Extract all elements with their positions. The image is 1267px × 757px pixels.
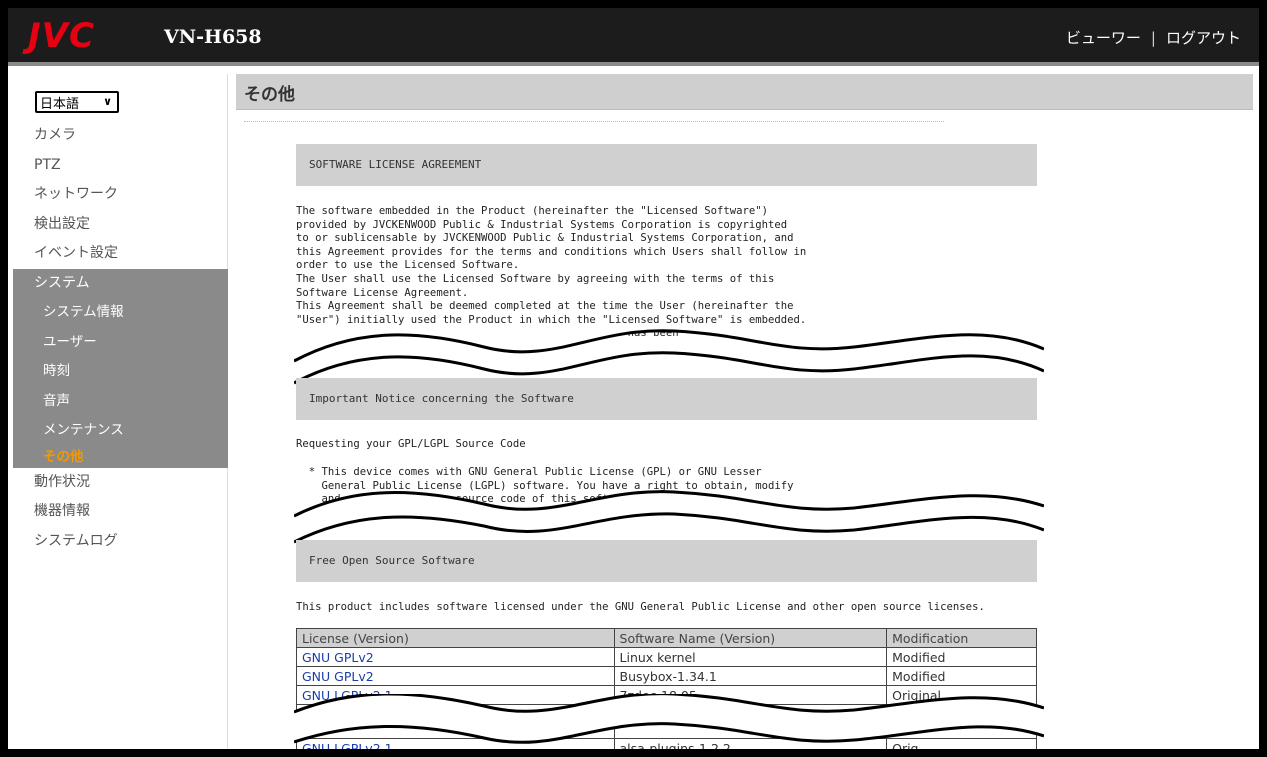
wave-divider [294,490,1044,546]
nav-item-maintenance[interactable]: メンテナンス [13,416,228,446]
model-name: VN-H658 [164,26,262,48]
language-value: 日本語 [40,96,80,112]
nav-item-audio[interactable]: 音声 [13,387,228,417]
table-row: GNU GPLv2 Linux kernel Modified [296,647,1037,667]
nav-menu: カメラ PTZ ネットワーク 検出設定 イベント設定 システム システム情報 ユ… [13,121,228,556]
nav-item-system-log[interactable]: システムログ [13,527,228,557]
license-link[interactable]: GNU GPLv2 [296,647,615,667]
nav-item-other[interactable]: その他 [13,446,228,468]
nav-group-system: システム システム情報 ユーザー 時刻 音声 メンテナンス その他 [13,268,228,468]
nav-item-user[interactable]: ユーザー [13,328,228,358]
table-header-row: License (Version) Software Name (Version… [296,628,1037,648]
oss-text: This product includes software licensed … [296,601,985,613]
page-title: その他 [244,85,295,105]
license-link[interactable]: GNU GPLv2 [296,666,615,686]
header-separator: | [1150,28,1156,47]
software-name: Busybox-1.34.1 [613,666,888,686]
nav-item-network[interactable]: ネットワーク [13,180,228,210]
logout-link[interactable]: ログアウト [1166,27,1241,48]
table-row: GNU GPLv2 Busybox-1.34.1 Modified [296,666,1037,686]
col-license: License (Version) [296,628,615,648]
page-title-bar: その他 [236,74,1253,110]
top-header: JVC VN-H658 ビューワー | ログアウト [8,8,1259,66]
modification: Modified [886,666,1037,686]
section-heading-notice: Important Notice concerning the Software [296,378,1037,420]
browser-frame: JVC VN-H658 ビューワー | ログアウト 日本語 ∨ カメラ PTZ … [8,8,1259,749]
section-heading-license: SOFTWARE LICENSE AGREEMENT [296,144,1037,186]
nav-item-system-info[interactable]: システム情報 [13,298,228,328]
language-select[interactable]: 日本語 ∨ [35,91,119,113]
nav-item-event[interactable]: イベント設定 [13,239,228,269]
software-name: Linux kernel [613,647,888,667]
main-content: その他 SOFTWARE LICENSE AGREEMENT The softw… [230,74,1259,749]
license-agreement-text: The software embedded in the Product (he… [296,205,807,340]
modification: Modified [886,647,1037,667]
chevron-down-icon: ∨ [103,95,112,108]
col-modification: Modification [886,628,1037,648]
section-heading-oss: Free Open Source Software [296,540,1037,582]
col-software: Software Name (Version) [613,628,888,648]
wave-divider [294,694,1044,744]
nav-item-device-info[interactable]: 機器情報 [13,497,228,527]
divider [244,121,944,122]
nav-item-time[interactable]: 時刻 [13,357,228,387]
notice-intro: Requesting your GPL/LGPL Source Code [296,438,526,450]
viewer-link[interactable]: ビューワー [1066,27,1141,48]
nav-item-system[interactable]: システム [13,269,228,299]
nav-item-status[interactable]: 動作状況 [13,468,228,498]
nav-item-camera[interactable]: カメラ [13,121,228,151]
jvc-logo: JVC [28,16,95,56]
header-links: ビューワー | ログアウト [1066,27,1241,48]
sidebar: 日本語 ∨ カメラ PTZ ネットワーク 検出設定 イベント設定 システム シス… [13,74,228,749]
nav-item-ptz[interactable]: PTZ [13,151,228,181]
nav-item-detection[interactable]: 検出設定 [13,210,228,240]
